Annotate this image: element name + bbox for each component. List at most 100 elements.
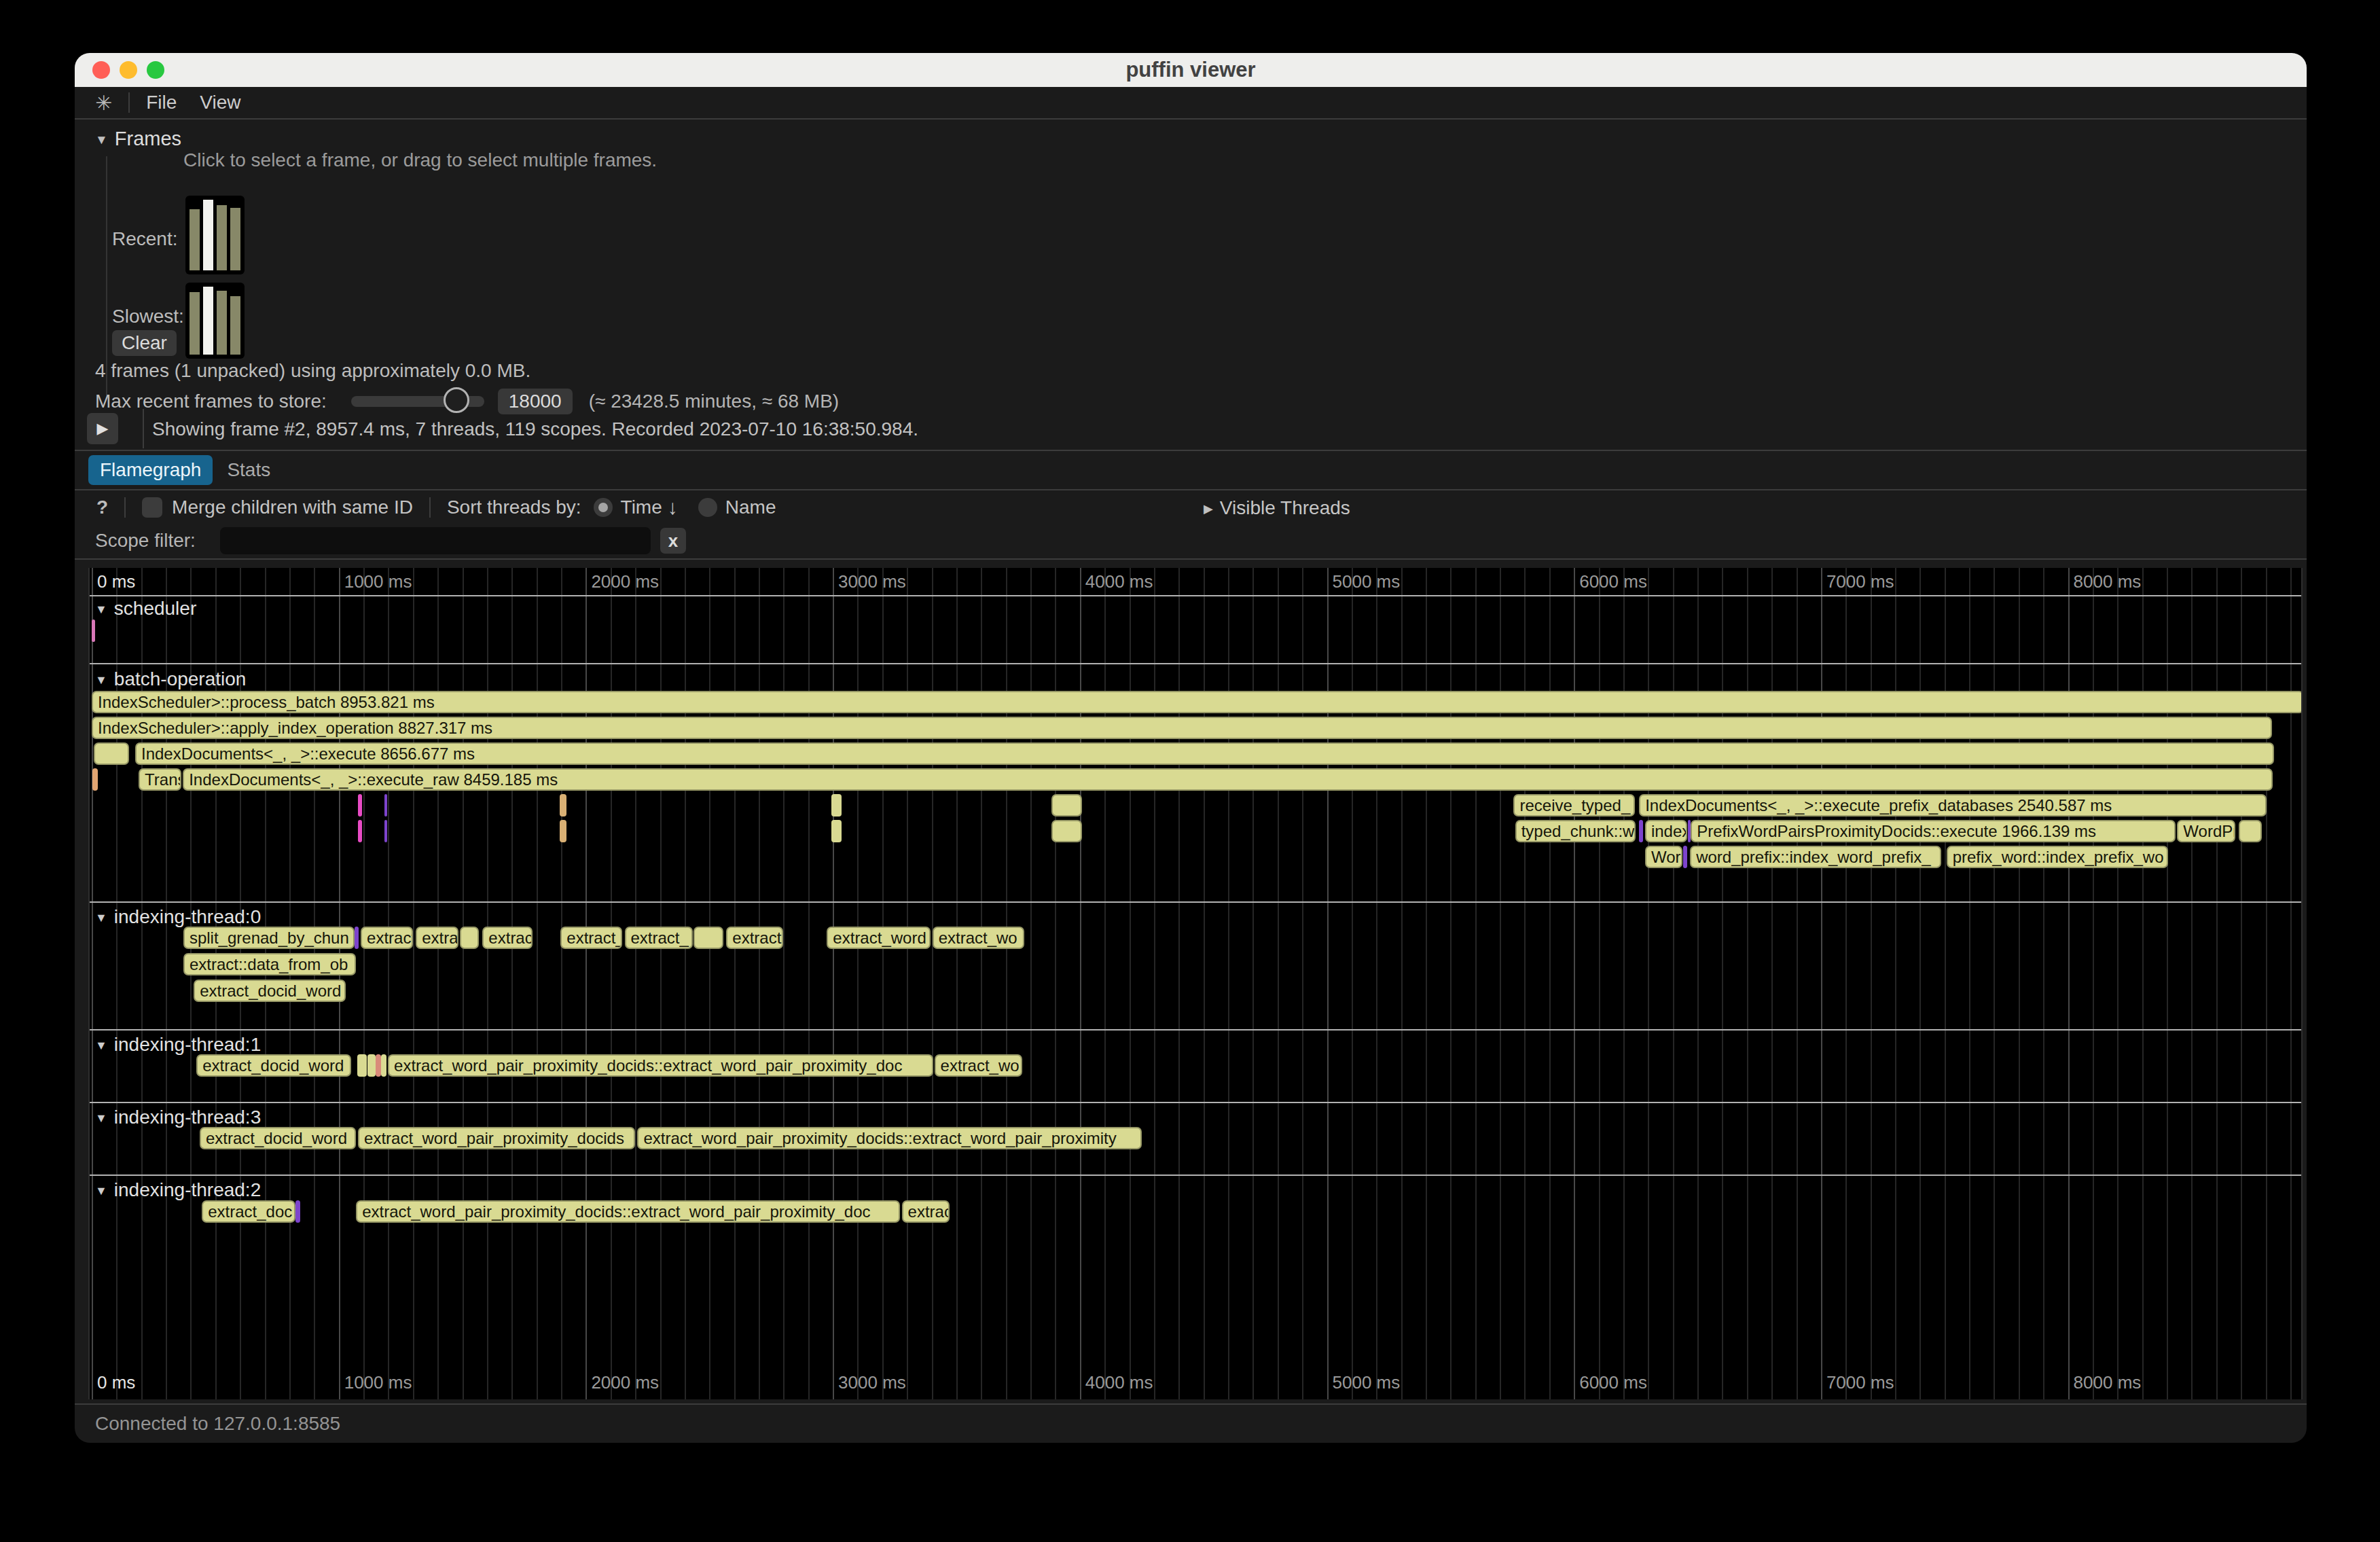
max-frames-slider[interactable]: [351, 386, 487, 417]
flame-scope-bar[interactable]: IndexScheduler>::apply_index_operation 8…: [92, 717, 2272, 739]
flame-scope-bar[interactable]: extract_wo: [935, 1054, 1022, 1077]
flame-scope-bar[interactable]: extract::data_from_ob: [183, 953, 356, 975]
flame-scope-bar[interactable]: extract_word_pair_proximity_docids::extr…: [388, 1054, 933, 1077]
flame-scope-bar[interactable]: [367, 1054, 375, 1077]
flame-scope-bar[interactable]: extract_word_pair_proximity_docids::extr…: [356, 1200, 900, 1223]
max-frames-value[interactable]: 18000: [498, 389, 573, 414]
flame-scope-bar[interactable]: [357, 1054, 367, 1077]
theme-toggle-icon[interactable]: ✳: [95, 91, 112, 115]
frame-thumbnail-recent[interactable]: [185, 196, 245, 274]
flame-scope-bar[interactable]: [560, 820, 566, 842]
flame-scope-bar[interactable]: IndexScheduler>::process_batch 8953.821 …: [92, 691, 2303, 713]
flame-scope-bar[interactable]: PrefixWordPairsProximityDocids::execute …: [1691, 820, 2176, 842]
flame-scope-bar[interactable]: extract: [726, 927, 783, 949]
frame-bar[interactable]: [203, 200, 213, 270]
flame-scope-bar[interactable]: [295, 1200, 300, 1223]
clear-filter-button[interactable]: x: [660, 528, 686, 554]
thread-header-batch-operation[interactable]: ▼batch-operation: [95, 668, 246, 690]
tab-flamegraph[interactable]: Flamegraph: [88, 455, 213, 485]
frame-bar[interactable]: [190, 292, 200, 355]
sort-name-label[interactable]: Name: [725, 497, 776, 518]
flame-scope-bar[interactable]: Trans: [139, 768, 181, 791]
frame-bar[interactable]: [217, 291, 227, 355]
frame-bar[interactable]: [190, 209, 200, 270]
flame-scope-bar[interactable]: [1639, 820, 1643, 842]
thread-header-indexing-thread:0[interactable]: ▼indexing-thread:0: [95, 906, 261, 928]
flame-scope-bar[interactable]: IndexDocuments<_, _>::execute_prefix_dat…: [1639, 794, 2267, 817]
flame-scope-bar[interactable]: extract_docid_word: [200, 1127, 356, 1149]
flame-scope-bar[interactable]: prefix_word::index_prefix_wo: [1947, 846, 2168, 868]
flame-scope-bar[interactable]: extra: [416, 927, 458, 949]
flame-scope-bar[interactable]: [1051, 794, 1082, 817]
clear-button[interactable]: Clear: [112, 330, 177, 356]
flame-scope-bar[interactable]: [460, 927, 479, 949]
flame-scope-bar[interactable]: extract_docid_word: [194, 980, 346, 1002]
thread-header-indexing-thread:3[interactable]: ▼indexing-thread:3: [95, 1107, 261, 1128]
sort-time-radio[interactable]: [594, 498, 613, 517]
flame-scope-bar[interactable]: [831, 820, 842, 842]
tab-stats[interactable]: Stats: [215, 455, 282, 485]
thread-header-indexing-thread:2[interactable]: ▼indexing-thread:2: [95, 1179, 261, 1201]
flame-scope-bar[interactable]: extract: [361, 927, 413, 949]
flame-scope-bar[interactable]: [693, 927, 723, 949]
minimize-window-button[interactable]: [120, 61, 137, 79]
flame-scope-bar[interactable]: [1051, 820, 1082, 842]
flame-scope-bar[interactable]: extrac: [902, 1200, 950, 1223]
flame-scope-bar[interactable]: [2239, 820, 2262, 842]
flame-scope-bar[interactable]: [831, 794, 842, 817]
flame-scope-bar[interactable]: extract_: [560, 927, 622, 949]
menu-file[interactable]: File: [146, 92, 177, 113]
frame-thumbnail-slowest[interactable]: [185, 283, 245, 359]
flame-scope-bar[interactable]: index: [1645, 820, 1688, 842]
flame-scope-bar[interactable]: Word: [1645, 846, 1682, 868]
flame-scope-bar[interactable]: IndexDocuments<_, _>::execute_raw 8459.1…: [183, 768, 2273, 791]
flamegraph-canvas[interactable]: 0 ms0 ms1000 ms1000 ms2000 ms2000 ms3000…: [88, 568, 2303, 1399]
flame-scope-bar[interactable]: receive_typed_: [1513, 794, 1635, 817]
sort-name-radio[interactable]: [698, 498, 717, 517]
flame-scope-bar[interactable]: extract_word: [827, 927, 931, 949]
help-button[interactable]: ?: [96, 497, 108, 518]
flame-scope-bar[interactable]: word_prefix::index_word_prefix_: [1690, 846, 1941, 868]
flame-scope-bar[interactable]: split_grenad_by_chun: [183, 927, 355, 949]
flame-scope-bar[interactable]: [1683, 846, 1688, 868]
menu-view[interactable]: View: [200, 92, 240, 113]
frame-bar[interactable]: [203, 287, 213, 355]
close-window-button[interactable]: [92, 61, 110, 79]
flame-scope-bar[interactable]: extract_: [625, 927, 693, 949]
flame-scope-bar[interactable]: extrac: [482, 927, 533, 949]
flame-scope-bar[interactable]: [94, 742, 129, 765]
flame-scope-bar[interactable]: [358, 794, 362, 817]
frames-header[interactable]: ▼Frames: [95, 128, 181, 150]
flame-scope-bar[interactable]: [92, 620, 95, 642]
flame-scope-bar[interactable]: [384, 820, 387, 842]
thread-header-scheduler[interactable]: ▼scheduler: [95, 598, 196, 620]
flame-scope-bar[interactable]: extract_wo: [933, 927, 1024, 949]
visible-threads-toggle[interactable]: ▶Visible Threads: [1204, 497, 1350, 519]
frame-bar[interactable]: [230, 296, 240, 355]
zoom-window-button[interactable]: [147, 61, 164, 79]
frame-bar[interactable]: [230, 208, 240, 270]
thread-header-indexing-thread:1[interactable]: ▼indexing-thread:1: [95, 1034, 261, 1056]
flame-scope-bar[interactable]: [381, 1054, 386, 1077]
scope-filter-input[interactable]: [220, 527, 651, 554]
flame-scope-bar[interactable]: [355, 927, 359, 949]
flame-scope-bar[interactable]: [376, 1054, 380, 1077]
frame-bar[interactable]: [217, 205, 227, 270]
merge-children-checkbox[interactable]: [142, 497, 162, 518]
flame-scope-bar[interactable]: [92, 768, 98, 791]
titlebar[interactable]: puffin viewer: [75, 53, 2307, 87]
flame-scope-bar[interactable]: [384, 794, 387, 817]
slider-knob[interactable]: [444, 387, 469, 413]
sort-direction-icon[interactable]: ↓: [668, 496, 678, 519]
flame-scope-bar[interactable]: WordPr: [2177, 820, 2235, 842]
play-button[interactable]: ▶: [87, 413, 118, 444]
sort-time-label[interactable]: Time: [621, 497, 662, 518]
flame-scope-bar[interactable]: extract_word_pair_proximity_docids: [358, 1127, 635, 1149]
flame-scope-bar[interactable]: extract_docid_word: [196, 1054, 351, 1077]
flame-scope-bar[interactable]: extract_word_pair_proximity_docids::extr…: [637, 1127, 1141, 1149]
flame-scope-bar[interactable]: [358, 820, 362, 842]
flame-scope-bar[interactable]: typed_chunk::w: [1515, 820, 1636, 842]
flame-scope-bar[interactable]: IndexDocuments<_, _>::execute 8656.677 m…: [135, 742, 2274, 765]
flame-scope-bar[interactable]: [560, 794, 566, 817]
flame-scope-bar[interactable]: extract_doc: [202, 1200, 295, 1223]
